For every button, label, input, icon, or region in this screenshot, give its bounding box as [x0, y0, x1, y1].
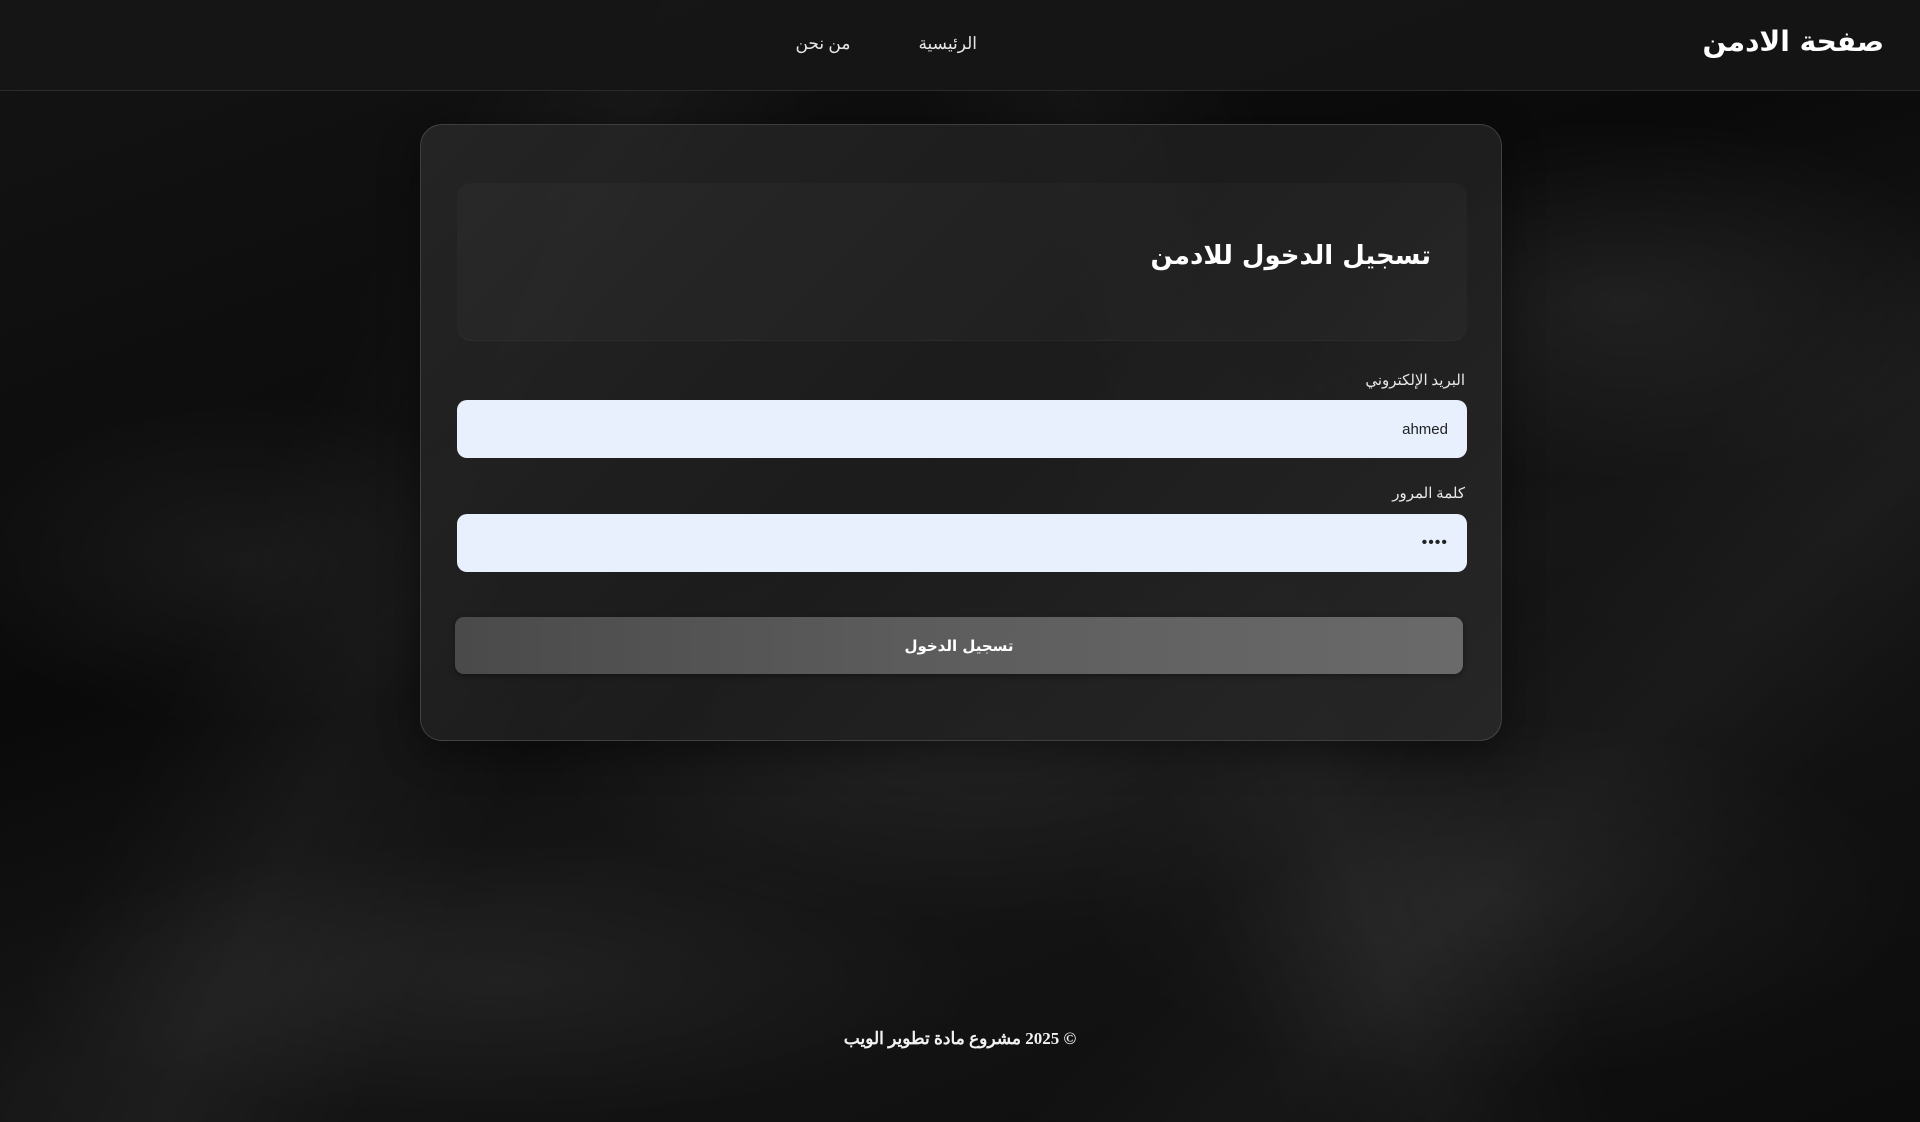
email-field[interactable] [457, 400, 1467, 458]
top-navbar: صفحة الادمن الرئيسية من نحن [0, 0, 1920, 91]
login-card-header: تسجيل الدخول للادمن [457, 183, 1467, 341]
password-label: كلمة المرور [1392, 486, 1465, 502]
nav-link-home[interactable]: الرئيسية [918, 30, 977, 58]
login-card: تسجيل الدخول للادمن البريد الإلكتروني كل… [420, 124, 1502, 741]
footer-copyright: © 2025 مشروع مادة تطوير الويب [843, 1029, 1077, 1048]
login-button[interactable]: تسجيل الدخول [455, 617, 1463, 674]
site-brand: صفحة الادمن [1702, 25, 1884, 58]
login-title: تسجيل الدخول للادمن [1150, 241, 1431, 271]
password-field[interactable] [457, 514, 1467, 572]
nav-link-about[interactable]: من نحن [795, 30, 850, 58]
main-nav: الرئيسية من نحن [795, 30, 977, 58]
email-label: البريد الإلكتروني [1365, 373, 1465, 389]
